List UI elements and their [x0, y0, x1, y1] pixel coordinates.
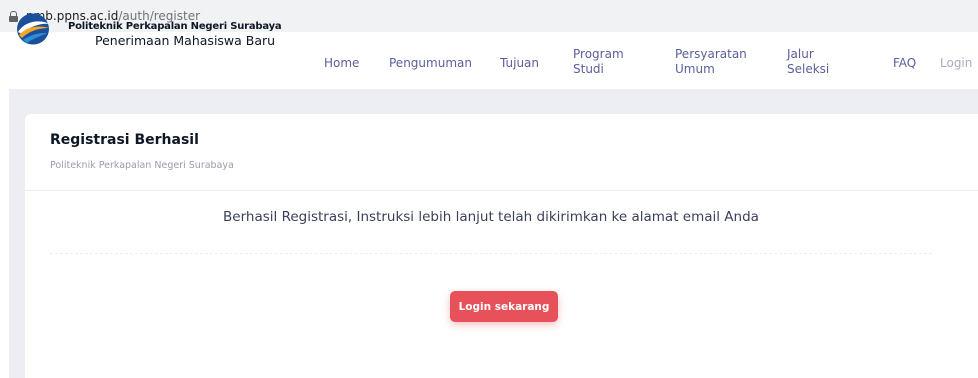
- dashed-divider: [50, 253, 932, 254]
- nav-faq[interactable]: FAQ: [893, 56, 916, 71]
- nav-tujuan[interactable]: Tujuan: [500, 56, 539, 71]
- nav-jalur-seleksi-line2: Seleksi: [787, 62, 830, 76]
- nav-persyaratan-umum[interactable]: Persyaratan Umum: [675, 47, 747, 77]
- nav-program-studi-line1: Program: [573, 47, 624, 61]
- nav-jalur-seleksi-line1: Jalur: [787, 47, 814, 61]
- nav-program-studi-line2: Studi: [573, 62, 604, 76]
- brand-title[interactable]: Politeknik Perkapalan Negeri Surabaya: [68, 21, 282, 32]
- nav-persyaratan-umum-line2: Umum: [675, 62, 715, 76]
- nav-login[interactable]: Login: [940, 56, 972, 71]
- success-message: Berhasil Registrasi, Instruksi lebih lan…: [223, 209, 759, 225]
- card-title: Registrasi Berhasil: [50, 132, 199, 148]
- card-subtitle: Politeknik Perkapalan Negeri Surabaya: [50, 160, 234, 171]
- nav-jalur-seleksi[interactable]: Jalur Seleksi: [787, 47, 829, 77]
- card-divider: [25, 190, 978, 191]
- registration-card: [25, 114, 978, 378]
- nav-program-studi[interactable]: Program Studi: [573, 47, 624, 77]
- ppns-logo[interactable]: [13, 9, 53, 49]
- nav-persyaratan-umum-line1: Persyaratan: [675, 47, 747, 61]
- login-now-button[interactable]: Login sekarang: [450, 291, 558, 322]
- nav-pengumuman[interactable]: Pengumuman: [389, 56, 472, 71]
- nav-home[interactable]: Home: [324, 56, 359, 71]
- brand-subtitle[interactable]: Penerimaan Mahasiswa Baru: [95, 33, 275, 48]
